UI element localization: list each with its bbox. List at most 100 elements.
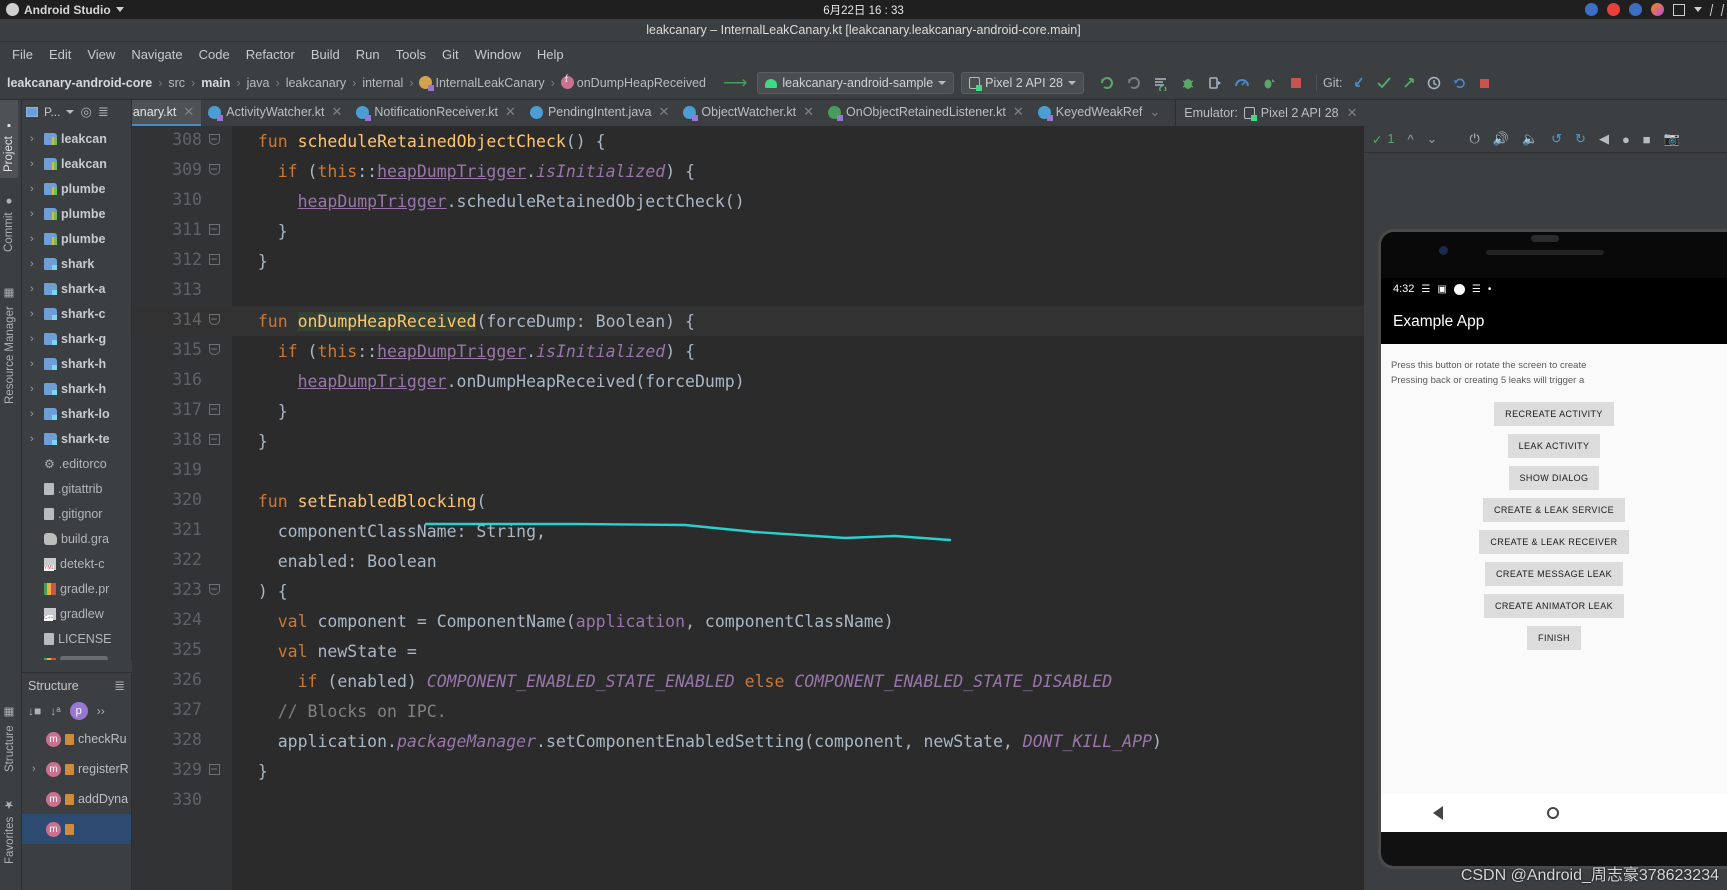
chevron-right-icon[interactable]: › <box>30 358 40 370</box>
device-selector[interactable]: Pixel 2 API 28 <box>961 72 1084 94</box>
fold-icon[interactable]: − <box>206 402 222 416</box>
collapse-all-icon[interactable]: ≣ <box>98 104 109 120</box>
network-icon[interactable] <box>1710 4 1725 16</box>
code-line[interactable]: 326 if (enabled) COMPONENT_ENABLED_STATE… <box>132 666 1364 696</box>
power-icon[interactable]: ⏻ <box>1469 131 1479 147</box>
tab-notificationreceiver[interactable]: NotificationReceiver.kt ✕ <box>349 100 523 126</box>
prev-problem-icon[interactable]: ^ <box>1407 132 1413 147</box>
menu-item-build[interactable]: Build <box>303 45 348 64</box>
tab-keyedweakref[interactable]: KeyedWeakRef ⌄ <box>1031 100 1168 126</box>
menu-item-navigate[interactable]: Navigate <box>123 45 190 64</box>
chevron-right-icon[interactable]: › <box>30 433 40 445</box>
commit-icon[interactable] <box>1376 75 1392 91</box>
leak-activity-button[interactable]: LEAK ACTIVITY <box>1508 434 1601 458</box>
tree-item[interactable]: ›build.gra <box>22 526 131 551</box>
code-line[interactable]: 320 fun setEnabledBlocking( <box>132 486 1364 516</box>
menu-item-window[interactable]: Window <box>467 45 529 64</box>
code-line[interactable]: 322 enabled: Boolean <box>132 546 1364 576</box>
breadcrumb-item-5[interactable]: internal <box>359 76 406 90</box>
fold-icon[interactable]: − <box>206 222 222 236</box>
project-scope-icon[interactable] <box>26 107 38 117</box>
tree-item[interactable]: ›shark-lo <box>22 401 131 426</box>
breadcrumb-item-7[interactable]: onDumpHeapReceived <box>558 76 709 90</box>
close-icon[interactable]: ✕ <box>1013 104 1024 120</box>
close-icon[interactable]: ✕ <box>803 104 814 120</box>
tree-item[interactable]: ›leakcan <box>22 126 131 151</box>
overview-icon[interactable]: ■ <box>1643 132 1651 147</box>
chevron-down-icon[interactable]: ⌄ <box>1149 104 1160 120</box>
sidebar-item-resource-manager[interactable]: Resource Manager ▦ <box>0 258 20 410</box>
fold-icon[interactable]: − <box>206 252 222 266</box>
code-line[interactable]: 328 application.packageManager.setCompon… <box>132 726 1364 756</box>
chevron-right-icon[interactable]: › <box>32 763 42 775</box>
home-icon[interactable] <box>1547 807 1559 819</box>
menu-item-view[interactable]: View <box>79 45 123 64</box>
tree-item[interactable]: ›shark-h <box>22 351 131 376</box>
code-line[interactable]: 316 heapDumpTrigger.onDumpHeapReceived(f… <box>132 366 1364 396</box>
close-icon[interactable]: ✕ <box>183 104 194 120</box>
profile-run-icon[interactable] <box>1207 75 1223 91</box>
breadcrumb-item-6[interactable]: InternalLeakCanary <box>416 76 547 90</box>
chevron-right-icon[interactable]: › <box>30 133 40 145</box>
code-line[interactable]: 323− ) { <box>132 576 1364 606</box>
tree-item[interactable]: ›shark <box>22 251 131 276</box>
attach-debugger-icon[interactable] <box>1261 75 1277 91</box>
breadcrumb-item-0[interactable]: leakcanary-android-core <box>4 76 155 90</box>
chevron-right-icon[interactable]: › <box>30 233 40 245</box>
sidebar-item-commit[interactable]: Commit ● <box>0 178 18 258</box>
tree-item[interactable]: ›plumbe <box>22 201 131 226</box>
chevron-right-icon[interactable]: ›› <box>97 704 105 718</box>
code-line[interactable]: 311− } <box>132 216 1364 246</box>
locate-icon[interactable]: ◎ <box>80 104 91 120</box>
chevron-right-icon[interactable]: › <box>30 333 40 345</box>
menu-item-refactor[interactable]: Refactor <box>238 45 303 64</box>
code-line[interactable]: 319 <box>132 456 1364 486</box>
history-icon[interactable] <box>1426 75 1442 91</box>
volume-up-icon[interactable]: 🔊 <box>1493 131 1509 147</box>
tab-objectwatcher[interactable]: ObjectWatcher.kt ✕ <box>676 100 821 126</box>
collapse-all-icon[interactable]: ≣ <box>114 678 125 694</box>
debug-icon[interactable] <box>1180 75 1196 91</box>
menu-item-edit[interactable]: Edit <box>41 45 79 64</box>
code-line[interactable]: 313 <box>132 276 1364 306</box>
tab-activitywatcher[interactable]: ActivityWatcher.kt ✕ <box>201 100 349 126</box>
menu-item-tools[interactable]: Tools <box>388 45 434 64</box>
create-leak-receiver-button[interactable]: CREATE & LEAK RECEIVER <box>1479 530 1628 554</box>
recreate-activity-button[interactable]: RECREATE ACTIVITY <box>1494 402 1614 426</box>
close-icon[interactable]: ✕ <box>1347 105 1358 121</box>
fold-icon[interactable]: − <box>206 162 222 176</box>
notes-icon[interactable] <box>1673 4 1685 16</box>
update-project-icon[interactable] <box>1351 75 1367 91</box>
structure-row-selected[interactable]: ›m <box>22 814 131 844</box>
tab-pendingintent[interactable]: PendingIntent.java ✕ <box>523 100 676 126</box>
code-line[interactable]: 310 heapDumpTrigger.scheduleRetainedObje… <box>132 186 1364 216</box>
code-line[interactable]: 315− if (this::heapDumpTrigger.isInitial… <box>132 336 1364 366</box>
structure-row[interactable]: ›mcheckRu <box>22 724 131 754</box>
code-line[interactable]: 318− } <box>132 426 1364 456</box>
tree-item[interactable]: ›⚙.editorco <box>22 451 131 476</box>
code-line[interactable]: 325 val newState = <box>132 636 1364 666</box>
sidebar-item-favorites[interactable]: Favorites ★ <box>0 778 20 870</box>
tree-item[interactable]: ›plumbe <box>22 226 131 251</box>
sidebar-item-structure[interactable]: Structure ▦ <box>0 682 20 778</box>
create-message-leak-button[interactable]: CREATE MESSAGE LEAK <box>1485 562 1623 586</box>
create-leak-service-button[interactable]: CREATE & LEAK SERVICE <box>1483 498 1625 522</box>
emulator-device-frame[interactable]: 4:32 ☰ ▣ ☰ • Example App Press this butt… <box>1378 229 1727 869</box>
show-dialog-button[interactable]: SHOW DIALOG <box>1509 466 1600 490</box>
code-line[interactable]: 308− fun scheduleRetainedObjectCheck() { <box>132 126 1364 156</box>
sort-alphabetically-icon[interactable]: ↓ᵃ <box>50 704 60 718</box>
rotate-left-icon[interactable]: ↺ <box>1551 131 1562 147</box>
structure-row[interactable]: ›maddDyna <box>22 784 131 814</box>
menu-item-help[interactable]: Help <box>529 45 572 64</box>
run-icon[interactable] <box>1099 75 1115 91</box>
chrome-icon[interactable] <box>1585 3 1598 16</box>
code-line[interactable]: 321 componentClassName: String, <box>132 516 1364 546</box>
breadcrumb-item-4[interactable]: leakcanary <box>283 76 349 90</box>
record-icon[interactable] <box>1607 3 1620 16</box>
code-line[interactable]: 329− } <box>132 756 1364 786</box>
dropdown-icon[interactable] <box>1694 7 1702 12</box>
rollback-icon[interactable] <box>1451 75 1467 91</box>
code-line[interactable]: 314− fun onDumpHeapReceived(forceDump: B… <box>132 306 1364 336</box>
run-with-coverage-icon[interactable] <box>1126 75 1142 91</box>
code-line[interactable]: 309− if (this::heapDumpTrigger.isInitial… <box>132 156 1364 186</box>
